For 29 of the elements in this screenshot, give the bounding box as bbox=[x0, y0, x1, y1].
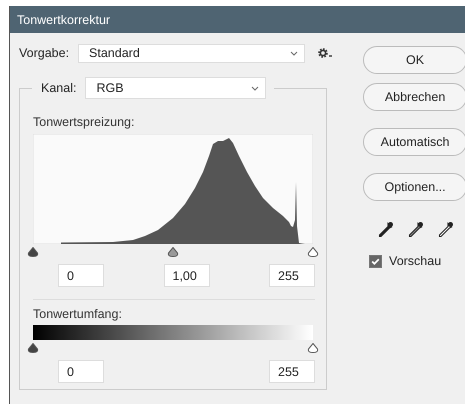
input-field[interactable]: 1,00 bbox=[164, 264, 210, 287]
eyedropper-icon[interactable] bbox=[408, 221, 424, 239]
slider-handle[interactable] bbox=[307, 343, 319, 353]
input-field[interactable]: 0 bbox=[58, 360, 104, 383]
output-levels-label: Tonwertumfang: bbox=[33, 307, 122, 321]
dialog-button[interactable]: Optionen... bbox=[363, 173, 465, 201]
dialog-button[interactable]: Abbrechen bbox=[363, 83, 465, 111]
channel-dropdown[interactable]: RGB bbox=[85, 77, 266, 99]
input-field[interactable]: 255 bbox=[269, 360, 315, 383]
eyedropper-icon[interactable] bbox=[378, 221, 394, 239]
slider-handle[interactable] bbox=[27, 247, 39, 257]
dialog-button[interactable]: Automatisch bbox=[363, 128, 465, 156]
chevron-icon bbox=[290, 50, 298, 56]
slider-handle[interactable] bbox=[167, 247, 179, 257]
preset-label: Vorgabe: bbox=[19, 46, 70, 60]
input-levels-label: Tonwertspreizung: bbox=[33, 115, 134, 129]
preview-label: Vorschau bbox=[389, 254, 442, 268]
eyedropper-icon[interactable] bbox=[438, 221, 454, 239]
preset-dropdown[interactable]: Standard bbox=[78, 44, 306, 62]
preview-checkbox[interactable] bbox=[369, 254, 382, 268]
dialog-button[interactable]: OK bbox=[363, 46, 465, 74]
window-title: Tonwertkorrektur bbox=[17, 12, 110, 26]
chevron-icon bbox=[251, 86, 260, 90]
channel-label: Kanal: bbox=[41, 81, 76, 95]
slider-handle[interactable] bbox=[307, 247, 319, 257]
slider-handle[interactable] bbox=[27, 343, 39, 353]
settings-icon[interactable] bbox=[317, 47, 334, 59]
input-field[interactable]: 0 bbox=[58, 264, 104, 287]
input-field[interactable]: 255 bbox=[269, 264, 315, 287]
